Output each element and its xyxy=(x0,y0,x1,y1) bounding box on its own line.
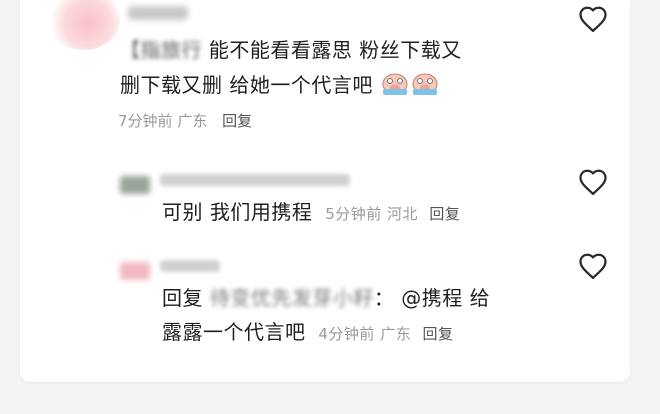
heart-outline-icon[interactable] xyxy=(578,252,608,280)
reply-location: 河北 xyxy=(387,205,419,223)
username-blurred[interactable] xyxy=(160,260,220,272)
reply-text-end: 给 xyxy=(469,286,491,310)
avatar[interactable] xyxy=(120,262,150,280)
crying-pig-sticker-icon xyxy=(412,73,438,95)
avatar[interactable] xyxy=(120,176,150,194)
blurred-username[interactable]: 待变优先发芽小籽 xyxy=(210,281,374,315)
reply-location: 广东 xyxy=(380,325,412,343)
reply-text: 可别 我们用携程 xyxy=(162,200,313,224)
comment-location: 广东 xyxy=(177,112,208,130)
reply-meta: 4分钟前 广东 回复 xyxy=(318,325,453,343)
heart-outline-icon[interactable] xyxy=(578,5,608,33)
username-blurred[interactable] xyxy=(160,174,350,186)
reply-body-line2: 露露一个代言吧 4分钟前 广东 回复 xyxy=(162,315,454,351)
reply-button[interactable]: 回复 xyxy=(422,325,453,343)
reply-time: 5分钟前 xyxy=(325,205,382,223)
reply-body: 回复 待变优先发芽小籽： @携程 给 xyxy=(162,281,490,315)
comment-meta: 7分钟前 广东 回复 xyxy=(118,110,252,131)
reply-prefix: 回复 xyxy=(162,286,203,310)
heart-outline-icon[interactable] xyxy=(578,168,608,196)
comment-time: 7分钟前 xyxy=(118,112,173,130)
mention-link[interactable]: @携程 xyxy=(401,286,463,310)
comment-body: 【指旅行 能不能看看露思 粉丝下载又 xyxy=(120,33,462,67)
blurred-mention: 【指旅行 xyxy=(120,38,202,62)
username-blurred[interactable] xyxy=(128,6,188,20)
comment-text-line1: 能不能看看露思 粉丝下载又 xyxy=(208,38,462,62)
reply-button[interactable]: 回复 xyxy=(222,112,252,130)
reply-body: 可别 我们用携程 5分钟前 河北 回复 xyxy=(162,195,460,231)
comment-body-line2: 删下载又删 给她一个代言吧 xyxy=(120,67,440,102)
reply-time: 4分钟前 xyxy=(318,325,375,343)
crying-pig-sticker-icon xyxy=(382,73,408,95)
reply-text-line2: 露露一个代言吧 xyxy=(162,320,306,344)
comment-text-line2: 删下载又删 给她一个代言吧 xyxy=(120,73,373,97)
reply-meta: 5分钟前 河北 回复 xyxy=(325,205,460,223)
reply-colon: ： xyxy=(373,286,395,310)
reply-button[interactable]: 回复 xyxy=(429,205,460,223)
